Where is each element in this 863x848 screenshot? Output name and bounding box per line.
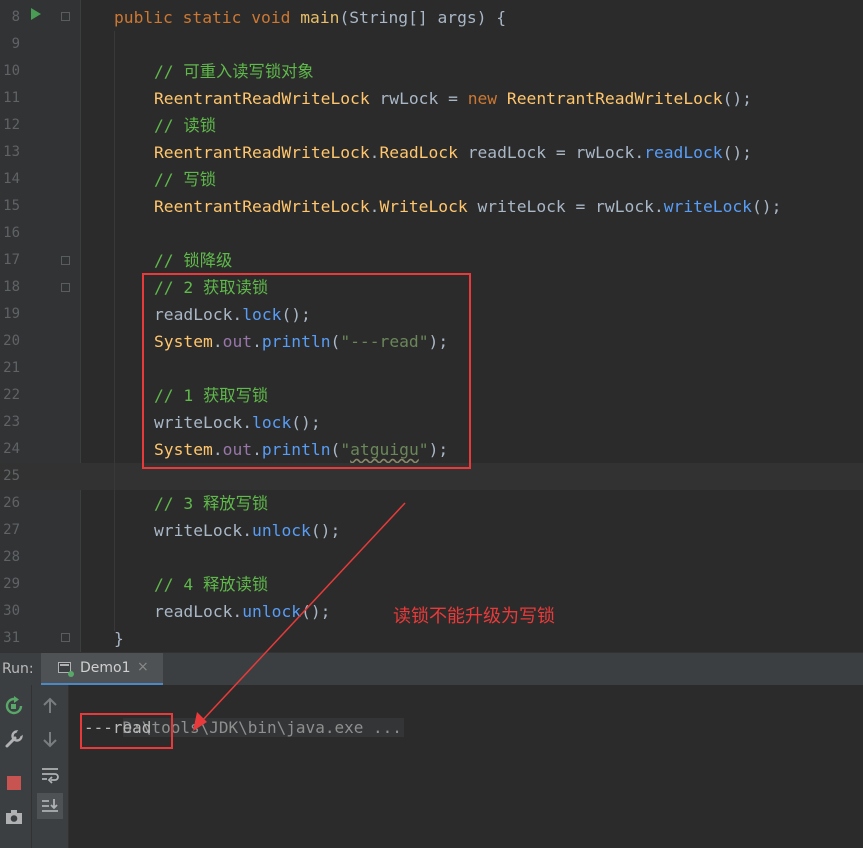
code-text[interactable]: ReentrantReadWriteLock rwLock = new Reen… — [154, 85, 752, 112]
annotation-text: 读锁不能升级为写锁 — [393, 606, 555, 627]
run-gutter-icon[interactable] — [31, 8, 41, 20]
tab-demo1[interactable]: Demo1 × — [41, 653, 163, 686]
line-number: 13 — [3, 144, 20, 160]
code-text[interactable]: } — [114, 625, 124, 652]
tab-label: Demo1 — [80, 660, 131, 676]
running-indicator-icon — [68, 671, 74, 677]
code-text[interactable]: // 可重入读写锁对象 — [154, 58, 314, 85]
code-text[interactable]: readLock.unlock(); — [154, 598, 330, 625]
code-text[interactable]: // 读锁 — [154, 112, 216, 139]
code-line[interactable]: 15 ReentrantReadWriteLock.WriteLock write… — [0, 193, 863, 220]
line-number: 10 — [3, 63, 20, 79]
indent-guide — [114, 31, 115, 631]
line-number: 30 — [3, 603, 20, 619]
wrench-icon[interactable] — [4, 729, 24, 749]
code-line[interactable]: 31} — [0, 625, 863, 652]
line-number: 11 — [3, 90, 20, 106]
run-toolbar-right — [31, 685, 68, 848]
fold-marker-icon[interactable] — [61, 633, 70, 642]
arrow-up-icon[interactable] — [40, 696, 60, 716]
code-line[interactable]: 8 public static void main(String[] args) … — [0, 4, 863, 31]
code-line[interactable]: 10 // 可重入读写锁对象 — [0, 58, 863, 85]
line-number: 8 — [11, 9, 20, 25]
fold-marker-icon[interactable] — [61, 12, 70, 21]
code-line[interactable]: 27 writeLock.unlock(); — [0, 517, 863, 544]
code-line[interactable]: 12 // 读锁 — [0, 112, 863, 139]
toolbar-divider — [68, 685, 69, 848]
code-line[interactable]: 16 — [0, 220, 863, 247]
code-text[interactable]: ReentrantReadWriteLock.WriteLock writeLo… — [154, 193, 781, 220]
code-line[interactable]: 11 ReentrantReadWriteLock rwLock = new Re… — [0, 85, 863, 112]
code-text[interactable]: // 4 释放读锁 — [154, 571, 268, 598]
code-text[interactable]: public static void main(String[] args) { — [114, 4, 506, 31]
rerun-icon[interactable] — [4, 696, 24, 716]
code-line[interactable]: 9 — [0, 31, 863, 58]
fold-marker-icon[interactable] — [61, 283, 70, 292]
line-number: 20 — [3, 333, 20, 349]
line-number: 25 — [3, 468, 20, 484]
scroll-to-end-icon[interactable] — [40, 796, 60, 816]
arrow-down-icon[interactable] — [40, 729, 60, 749]
run-tool-window-header: Run: Demo1 × — [0, 652, 863, 686]
code-line[interactable]: 14 // 写锁 — [0, 166, 863, 193]
run-label: Run: — [2, 661, 34, 677]
line-number: 16 — [3, 225, 20, 241]
line-number: 22 — [3, 387, 20, 403]
line-number: 14 — [3, 171, 20, 187]
code-line[interactable]: 28 — [0, 544, 863, 571]
line-number: 15 — [3, 198, 20, 214]
code-line[interactable]: 13 ReentrantReadWriteLock.ReadLock readLo… — [0, 139, 863, 166]
highlight-box-code — [142, 273, 471, 469]
line-number: 9 — [11, 36, 20, 52]
run-toolbar-left — [0, 685, 31, 848]
fold-marker-icon[interactable] — [61, 256, 70, 265]
line-number: 23 — [3, 414, 20, 430]
run-tool-window: D:\tools\JDK\bin\java.exe ... ---read — [0, 685, 863, 848]
soft-wrap-icon[interactable] — [40, 764, 60, 784]
line-number: 26 — [3, 495, 20, 511]
code-text[interactable]: // 3 释放写锁 — [154, 490, 268, 517]
highlight-box-output — [80, 713, 173, 749]
camera-icon[interactable] — [4, 807, 24, 827]
line-number: 19 — [3, 306, 20, 322]
line-number: 27 — [3, 522, 20, 538]
code-line[interactable]: 29 // 4 释放读锁 — [0, 571, 863, 598]
line-number: 18 — [3, 279, 20, 295]
code-text[interactable]: ReentrantReadWriteLock.ReadLock readLock… — [154, 139, 752, 166]
code-text[interactable]: // 锁降级 — [154, 247, 232, 274]
line-number: 29 — [3, 576, 20, 592]
line-number: 17 — [3, 252, 20, 268]
close-icon[interactable]: × — [137, 659, 149, 675]
line-number: 24 — [3, 441, 20, 457]
code-text[interactable]: // 写锁 — [154, 166, 216, 193]
code-text[interactable]: writeLock.unlock(); — [154, 517, 340, 544]
code-line[interactable]: 17 // 锁降级 — [0, 247, 863, 274]
stop-icon[interactable] — [4, 773, 24, 793]
line-number: 28 — [3, 549, 20, 565]
line-number: 21 — [3, 360, 20, 376]
line-number: 31 — [3, 630, 20, 646]
code-line[interactable]: 26 // 3 释放写锁 — [0, 490, 863, 517]
line-number: 12 — [3, 117, 20, 133]
